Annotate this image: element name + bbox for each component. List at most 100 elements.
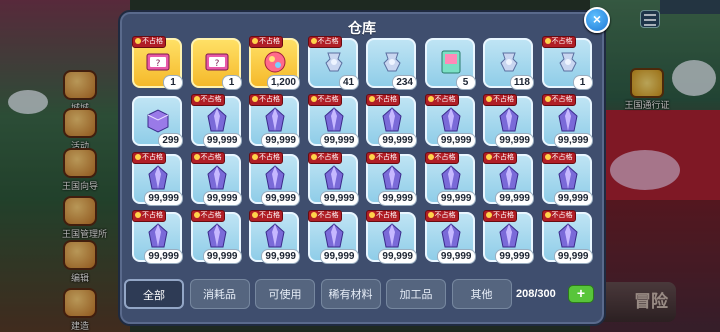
crystal-icon [265, 165, 285, 190]
no-slot-tag: 不占格 [307, 152, 342, 164]
item-count: 99,999 [202, 191, 242, 206]
svg-text:?: ? [156, 59, 161, 69]
inventory-slot[interactable]: 不占格 99,999 [541, 210, 593, 264]
inventory-slot[interactable]: 不占格 99,999 [307, 94, 359, 148]
crystal-icon [557, 107, 578, 132]
inventory-slot[interactable]: 不占格 99,999 [249, 94, 300, 148]
inventory-slot[interactable]: 不占格 99,999 [190, 210, 242, 264]
item-count: 99,999 [202, 133, 242, 148]
item-count: 99,999 [495, 133, 534, 148]
crystal-icon [557, 223, 578, 248]
inventory-slot[interactable]: 不占格 99,999 [190, 94, 242, 148]
inventory-slot[interactable]: 不占格 99,999 [541, 94, 593, 148]
item-count: 99,999 [261, 249, 300, 264]
item-count: 1 [221, 75, 242, 90]
no-slot-tag: 不占格 [132, 36, 166, 48]
expand-capacity-button[interactable]: + [568, 285, 594, 303]
inventory-slot[interactable]: 不占格 99,999 [132, 210, 183, 264]
inventory-slot[interactable]: 不占格 99,999 [424, 152, 476, 206]
item-count: 99,999 [144, 249, 183, 264]
item-count: 118 [509, 75, 534, 90]
inventory-slot[interactable]: 不占格 99,999 [132, 152, 183, 206]
inventory-slot[interactable]: 不占格 99,999 [307, 210, 359, 264]
no-slot-tag: 不占格 [424, 94, 459, 106]
item-count: 99,999 [319, 249, 359, 264]
no-slot-tag: 不占格 [366, 210, 400, 222]
piece-icon [558, 52, 577, 72]
inventory-slot[interactable]: ? 不占格 1 [132, 36, 183, 90]
crystal-icon [265, 223, 285, 248]
inventory-slot[interactable]: 不占格 1,200 [249, 36, 300, 90]
item-count: 41 [338, 75, 359, 90]
item-count: 99,999 [144, 191, 183, 206]
crystal-icon [440, 223, 461, 248]
svg-text:?: ? [214, 59, 219, 69]
no-slot-tag: 不占格 [483, 94, 517, 106]
inventory-slot[interactable]: 不占格 99,999 [541, 152, 593, 206]
inventory-slot[interactable]: 不占格 99,999 [483, 94, 534, 148]
no-slot-tag: 不占格 [132, 210, 166, 222]
inventory-slot[interactable]: 不占格 99,999 [190, 152, 242, 206]
inventory-slot[interactable]: 5 [424, 38, 476, 90]
no-slot-tag: 不占格 [249, 36, 283, 48]
tab-0[interactable]: 全部 [124, 279, 184, 309]
box-icon [147, 109, 169, 133]
item-count: 299 [158, 133, 183, 148]
inventory-slot[interactable]: 不占格 41 [307, 36, 359, 90]
inventory-slot[interactable]: 不占格 99,999 [483, 152, 534, 206]
tab-3[interactable]: 稀有材料 [320, 279, 381, 309]
item-count: 1 [163, 75, 183, 90]
jelly-icon [264, 51, 286, 73]
inventory-slot[interactable]: 不占格 99,999 [366, 152, 417, 206]
item-count: 99,999 [378, 133, 417, 148]
ticket-icon: ? [205, 53, 228, 71]
tab-4[interactable]: 加工品 [386, 279, 446, 309]
inventory-slot[interactable]: ? 1 [190, 38, 242, 90]
item-count: 99,999 [378, 191, 417, 206]
tab-2[interactable]: 可使用 [255, 279, 315, 309]
inventory-slot[interactable]: 234 [366, 38, 417, 90]
crystal-icon [440, 165, 461, 190]
crystal-icon [206, 165, 227, 190]
inventory-slot[interactable]: 不占格 99,999 [424, 94, 476, 148]
no-slot-tag: 不占格 [190, 152, 225, 164]
crystal-icon [382, 223, 402, 248]
item-count: 5 [455, 75, 476, 90]
inventory-slot[interactable]: 不占格 99,999 [366, 210, 417, 264]
inventory-slot[interactable]: 不占格 99,999 [424, 210, 476, 264]
item-count: 99,999 [553, 133, 593, 148]
item-count: 99,999 [553, 191, 593, 206]
inventory-slot[interactable]: 不占格 99,999 [483, 210, 534, 264]
no-slot-tag: 不占格 [483, 210, 517, 222]
crystal-icon [499, 223, 519, 248]
inventory-slot[interactable]: 118 [483, 38, 534, 90]
crystal-icon [148, 165, 168, 190]
no-slot-tag: 不占格 [307, 210, 342, 222]
tab-5[interactable]: 其他 [451, 279, 512, 309]
inventory-slot[interactable]: 不占格 99,999 [249, 210, 300, 264]
inventory-slot[interactable]: 不占格 99,999 [366, 94, 417, 148]
no-slot-tag: 不占格 [249, 210, 283, 222]
piece-icon [500, 52, 518, 72]
panel-title: 仓库 [348, 20, 376, 36]
no-slot-tag: 不占格 [249, 94, 283, 106]
tab-1[interactable]: 消耗品 [189, 279, 250, 309]
inventory-slot[interactable]: 299 [132, 96, 183, 148]
crystal-icon [206, 107, 227, 132]
item-count: 99,999 [436, 191, 476, 206]
no-slot-tag: 不占格 [424, 210, 459, 222]
item-count: 99,999 [495, 191, 534, 206]
close-button[interactable]: × [584, 7, 610, 33]
crystal-icon [499, 165, 519, 190]
inventory-slot[interactable]: 不占格 1 [541, 36, 593, 90]
inventory-slot[interactable]: 不占格 99,999 [307, 152, 359, 206]
crystal-icon [557, 165, 578, 190]
no-slot-tag: 不占格 [307, 94, 342, 106]
item-count: 99,999 [436, 133, 476, 148]
crystal-icon [323, 223, 344, 248]
ticket-icon: ? [146, 53, 170, 71]
no-slot-tag: 不占格 [307, 36, 342, 48]
inventory-slot[interactable]: 不占格 99,999 [249, 152, 300, 206]
crystal-icon [265, 107, 285, 132]
card-icon [441, 50, 460, 74]
